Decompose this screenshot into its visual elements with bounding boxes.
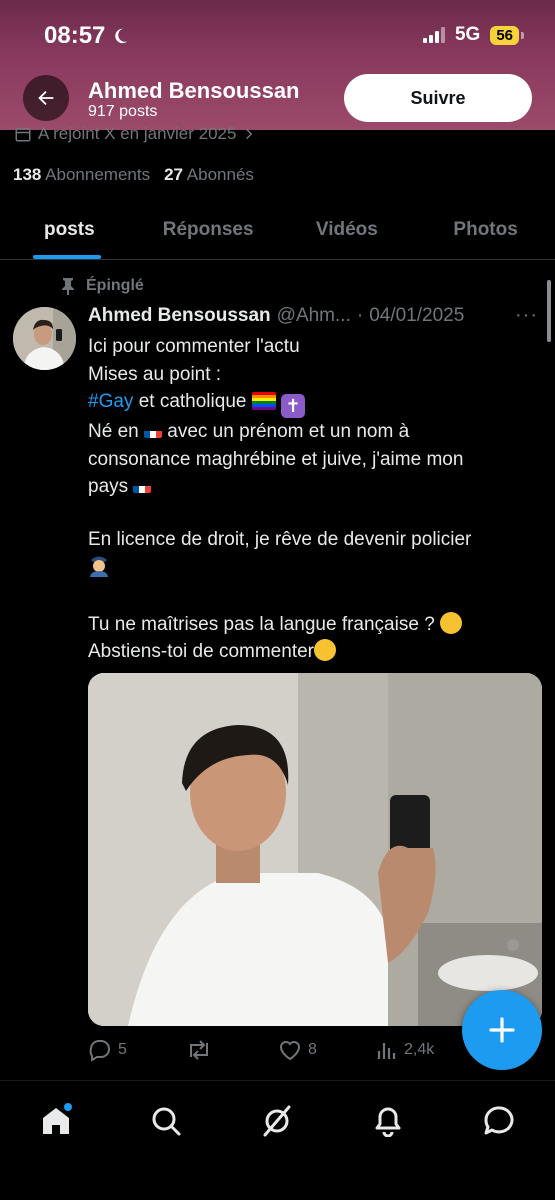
nav-notifications[interactable] (366, 1101, 410, 1141)
post-line: Né en avec un prénom et un nom à (88, 421, 410, 442)
post-image[interactable] (88, 673, 542, 1026)
post-author[interactable]: Ahmed Bensoussan (88, 305, 271, 327)
post-line: #Gay et catholique ✝ (88, 388, 528, 418)
calendar-icon (15, 128, 31, 142)
nav-home[interactable] (34, 1101, 78, 1141)
hashtag-link[interactable]: #Gay (88, 391, 133, 412)
grok-icon (263, 1105, 291, 1137)
post-date[interactable]: 04/01/2025 (369, 305, 464, 327)
tab-posts[interactable]: posts (0, 200, 139, 259)
followers-link[interactable]: 27 Abonnés (164, 165, 254, 185)
nav-messages[interactable] (477, 1101, 521, 1141)
tab-videos[interactable]: Vidéos (278, 200, 417, 259)
status-indicators: 5G 56 (422, 24, 524, 46)
post-line: pays (88, 473, 528, 501)
tab-replies[interactable]: Réponses (139, 200, 278, 259)
avatar[interactable] (13, 307, 76, 370)
police-officer-icon (90, 556, 108, 577)
reply-icon (89, 1040, 110, 1061)
avatar-photo (13, 307, 76, 370)
joined-date: A rejoint X en janvier 2025 (14, 124, 256, 144)
france-flag-icon (143, 425, 162, 438)
post-line: Abstiens-toi de commenter (88, 638, 528, 666)
status-bar: 08:57 5G 56 (0, 0, 555, 70)
tab-photos[interactable]: Photos (416, 200, 555, 259)
post-line: consonance maghrébine et juive, j'aime m… (88, 448, 464, 470)
latin-cross-icon: ✝ (281, 394, 306, 418)
like-button[interactable]: 8 (278, 1039, 376, 1061)
notification-dot (64, 1103, 72, 1111)
header-profile-name: Ahmed Bensoussan (88, 78, 300, 103)
plus-icon (489, 1017, 515, 1043)
arrow-left-icon (38, 90, 54, 106)
compose-post-button[interactable] (462, 990, 542, 1070)
bell-icon (375, 1107, 401, 1137)
following-link[interactable]: 138 Abonnements (13, 165, 150, 185)
chevron-right-icon (246, 128, 253, 140)
header-posts-count: 917 posts (88, 103, 158, 120)
back-button[interactable] (23, 75, 69, 121)
profile-header: 08:57 5G 56 Ahmed Bensoussan 917 posts S… (0, 0, 555, 130)
post-text: Ici pour commenter l'actu Mises au point… (88, 333, 528, 666)
pinned-indicator: Épinglé (60, 277, 144, 295)
post-line (88, 553, 528, 586)
message-icon (484, 1106, 514, 1135)
heart-icon (279, 1041, 301, 1061)
repost-button[interactable] (186, 1039, 278, 1061)
signal-icon (422, 27, 445, 43)
follow-button[interactable]: Suivre (344, 74, 532, 122)
hugging-face-icon (314, 639, 336, 661)
post-line: Tu ne maîtrises pas la langue française … (88, 611, 528, 639)
views-button[interactable]: 2,4k (376, 1039, 434, 1061)
scrollbar[interactable] (547, 280, 551, 342)
post-handle[interactable]: @Ahm... (277, 305, 351, 327)
repost-icon (190, 1040, 208, 1060)
rainbow-flag-icon (251, 392, 276, 410)
pin-icon (62, 278, 74, 295)
profile-tabs: posts Réponses Vidéos Photos (0, 200, 555, 260)
network-label: 5G (454, 24, 481, 45)
post-header: Ahmed Bensoussan @Ahm... · 04/01/2025 (88, 305, 464, 327)
thinking-face-icon (440, 611, 463, 634)
follow-stats: 138 Abonnements 27 Abonnés (13, 165, 254, 185)
post-line: Ici pour commenter l'actu (88, 336, 300, 357)
france-flag-icon (133, 480, 152, 493)
status-time: 08:57 (44, 22, 129, 50)
moon-icon (115, 28, 128, 44)
post-line: Mises au point : (88, 363, 222, 385)
bottom-navigation (0, 1080, 555, 1200)
views-icon (377, 1043, 396, 1059)
more-options-button[interactable]: ··· (515, 304, 538, 327)
nav-grok[interactable] (255, 1101, 299, 1141)
nav-search[interactable] (144, 1101, 188, 1141)
post-line: En licence de droit, je rêve de devenir … (88, 528, 472, 550)
reply-button[interactable]: 5 (88, 1039, 186, 1061)
selfie-photo (88, 673, 542, 1026)
search-icon (152, 1107, 181, 1136)
battery-icon: 56 (490, 25, 524, 45)
post-separator: · (356, 305, 364, 326)
